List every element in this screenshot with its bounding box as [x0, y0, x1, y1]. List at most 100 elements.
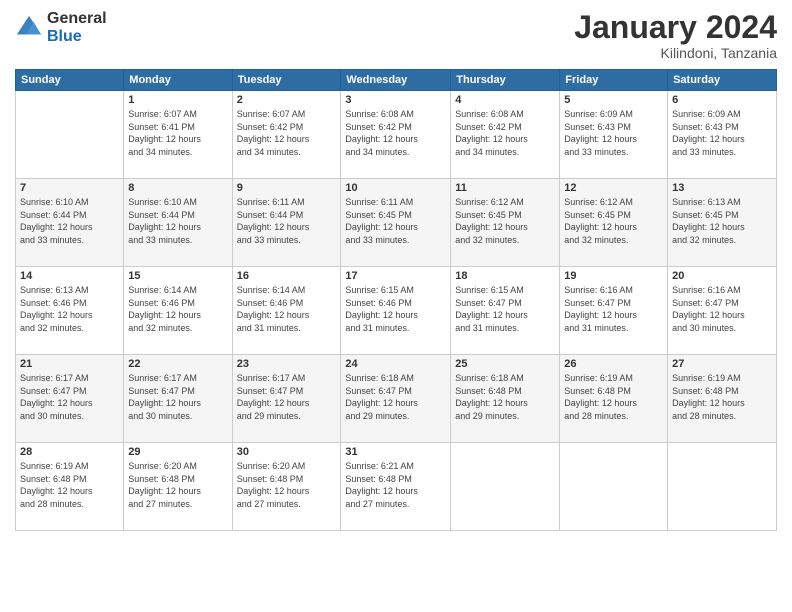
- calendar-cell: [560, 443, 668, 531]
- day-number: 3: [345, 94, 446, 106]
- day-info: Sunrise: 6:13 AM Sunset: 6:46 PM Dayligh…: [20, 284, 119, 334]
- day-info: Sunrise: 6:14 AM Sunset: 6:46 PM Dayligh…: [237, 284, 337, 334]
- calendar-cell: [668, 443, 777, 531]
- day-number: 28: [20, 446, 119, 458]
- calendar-cell: 26Sunrise: 6:19 AM Sunset: 6:48 PM Dayli…: [560, 355, 668, 443]
- calendar-cell: 16Sunrise: 6:14 AM Sunset: 6:46 PM Dayli…: [232, 267, 341, 355]
- day-info: Sunrise: 6:15 AM Sunset: 6:46 PM Dayligh…: [345, 284, 446, 334]
- calendar-cell: 7Sunrise: 6:10 AM Sunset: 6:44 PM Daylig…: [16, 179, 124, 267]
- day-number: 14: [20, 270, 119, 282]
- calendar-cell: 23Sunrise: 6:17 AM Sunset: 6:47 PM Dayli…: [232, 355, 341, 443]
- day-info: Sunrise: 6:11 AM Sunset: 6:45 PM Dayligh…: [345, 196, 446, 246]
- day-number: 20: [672, 270, 772, 282]
- day-info: Sunrise: 6:08 AM Sunset: 6:42 PM Dayligh…: [455, 108, 555, 158]
- day-info: Sunrise: 6:12 AM Sunset: 6:45 PM Dayligh…: [455, 196, 555, 246]
- day-of-week-header: Friday: [560, 70, 668, 91]
- day-number: 8: [128, 182, 227, 194]
- page: General Blue January 2024 Kilindoni, Tan…: [0, 0, 792, 612]
- day-of-week-header: Wednesday: [341, 70, 451, 91]
- day-info: Sunrise: 6:07 AM Sunset: 6:41 PM Dayligh…: [128, 108, 227, 158]
- calendar-cell: 17 Sunrise: 6:15 AM Sunset: 6:46 PM Dayli…: [341, 267, 451, 355]
- day-info: Sunrise: 6:21 AM Sunset: 6:48 PM Dayligh…: [345, 460, 446, 510]
- calendar-week-row: 21 Sunrise: 6:17 AM Sunset: 6:47 PM Dayli…: [16, 355, 777, 443]
- day-info: Sunrise: 6:16 AM Sunset: 6:47 PM Dayligh…: [564, 284, 663, 334]
- day-info: Sunrise: 6:12 AM Sunset: 6:45 PM Dayligh…: [564, 196, 663, 246]
- logo-icon: [15, 14, 43, 42]
- day-info: Sunrise: 6:08 AM Sunset: 6:42 PM Dayligh…: [345, 108, 446, 158]
- calendar-cell: 4 Sunrise: 6:08 AM Sunset: 6:42 PM Daylig…: [451, 91, 560, 179]
- day-of-week-header: Monday: [124, 70, 232, 91]
- day-info: Sunrise: 6:20 AM Sunset: 6:48 PM Dayligh…: [128, 460, 227, 510]
- day-number: 24: [345, 358, 446, 370]
- day-number: 2: [237, 94, 337, 106]
- day-info: Sunrise: 6:17 AM Sunset: 6:47 PM Dayligh…: [20, 372, 119, 422]
- day-info: Sunrise: 6:15 AM Sunset: 6:47 PM Dayligh…: [455, 284, 555, 334]
- day-of-week-header: Sunday: [16, 70, 124, 91]
- day-number: 7: [20, 182, 119, 194]
- day-info: Sunrise: 6:19 AM Sunset: 6:48 PM Dayligh…: [672, 372, 772, 422]
- header: General Blue January 2024 Kilindoni, Tan…: [15, 10, 777, 61]
- day-number: 25: [455, 358, 555, 370]
- calendar-cell: 8Sunrise: 6:10 AM Sunset: 6:44 PM Daylig…: [124, 179, 232, 267]
- day-number: 22: [128, 358, 227, 370]
- day-info: Sunrise: 6:17 AM Sunset: 6:47 PM Dayligh…: [128, 372, 227, 422]
- calendar-cell: 15 Sunrise: 6:14 AM Sunset: 6:46 PM Dayli…: [124, 267, 232, 355]
- day-number: 10: [345, 182, 446, 194]
- day-info: Sunrise: 6:09 AM Sunset: 6:43 PM Dayligh…: [564, 108, 663, 158]
- calendar-header-row: SundayMondayTuesdayWednesdayThursdayFrid…: [16, 70, 777, 91]
- location-subtitle: Kilindoni, Tanzania: [574, 45, 777, 61]
- day-number: 19: [564, 270, 663, 282]
- day-number: 11: [455, 182, 555, 194]
- day-info: Sunrise: 6:14 AM Sunset: 6:46 PM Dayligh…: [128, 284, 227, 334]
- calendar-cell: 11 Sunrise: 6:12 AM Sunset: 6:45 PM Dayli…: [451, 179, 560, 267]
- day-info: Sunrise: 6:11 AM Sunset: 6:44 PM Dayligh…: [237, 196, 337, 246]
- day-number: 21: [20, 358, 119, 370]
- day-info: Sunrise: 6:18 AM Sunset: 6:47 PM Dayligh…: [345, 372, 446, 422]
- calendar-cell: 1 Sunrise: 6:07 AM Sunset: 6:41 PM Daylig…: [124, 91, 232, 179]
- day-number: 13: [672, 182, 772, 194]
- day-info: Sunrise: 6:13 AM Sunset: 6:45 PM Dayligh…: [672, 196, 772, 246]
- day-number: 18: [455, 270, 555, 282]
- calendar-week-row: 28 Sunrise: 6:19 AM Sunset: 6:48 PM Dayli…: [16, 443, 777, 531]
- logo-blue-label: Blue: [47, 28, 107, 46]
- calendar-cell: 22 Sunrise: 6:17 AM Sunset: 6:47 PM Dayli…: [124, 355, 232, 443]
- calendar-cell: 14 Sunrise: 6:13 AM Sunset: 6:46 PM Dayli…: [16, 267, 124, 355]
- month-title: January 2024: [574, 10, 777, 45]
- day-info: Sunrise: 6:20 AM Sunset: 6:48 PM Dayligh…: [237, 460, 337, 510]
- day-info: Sunrise: 6:09 AM Sunset: 6:43 PM Dayligh…: [672, 108, 772, 158]
- day-number: 1: [128, 94, 227, 106]
- calendar-week-row: 14 Sunrise: 6:13 AM Sunset: 6:46 PM Dayli…: [16, 267, 777, 355]
- day-number: 26: [564, 358, 663, 370]
- calendar-cell: 29Sunrise: 6:20 AM Sunset: 6:48 PM Dayli…: [124, 443, 232, 531]
- day-number: 4: [455, 94, 555, 106]
- calendar-cell: 19 Sunrise: 6:16 AM Sunset: 6:47 PM Dayli…: [560, 267, 668, 355]
- calendar-cell: [451, 443, 560, 531]
- calendar-cell: 9 Sunrise: 6:11 AM Sunset: 6:44 PM Daylig…: [232, 179, 341, 267]
- day-number: 17: [345, 270, 446, 282]
- calendar-cell: 5 Sunrise: 6:09 AM Sunset: 6:43 PM Daylig…: [560, 91, 668, 179]
- day-info: Sunrise: 6:19 AM Sunset: 6:48 PM Dayligh…: [20, 460, 119, 510]
- day-number: 15: [128, 270, 227, 282]
- day-number: 5: [564, 94, 663, 106]
- calendar-cell: 10 Sunrise: 6:11 AM Sunset: 6:45 PM Dayli…: [341, 179, 451, 267]
- day-of-week-header: Tuesday: [232, 70, 341, 91]
- logo-text: General Blue: [47, 10, 107, 45]
- calendar-cell: 3 Sunrise: 6:08 AM Sunset: 6:42 PM Daylig…: [341, 91, 451, 179]
- calendar-cell: 20 Sunrise: 6:16 AM Sunset: 6:47 PM Dayli…: [668, 267, 777, 355]
- calendar-cell: 21 Sunrise: 6:17 AM Sunset: 6:47 PM Dayli…: [16, 355, 124, 443]
- calendar-cell: 30Sunrise: 6:20 AM Sunset: 6:48 PM Dayli…: [232, 443, 341, 531]
- calendar-cell: [16, 91, 124, 179]
- day-info: Sunrise: 6:16 AM Sunset: 6:47 PM Dayligh…: [672, 284, 772, 334]
- day-number: 23: [237, 358, 337, 370]
- calendar-week-row: 7Sunrise: 6:10 AM Sunset: 6:44 PM Daylig…: [16, 179, 777, 267]
- calendar-cell: 12Sunrise: 6:12 AM Sunset: 6:45 PM Dayli…: [560, 179, 668, 267]
- calendar-cell: 13 Sunrise: 6:13 AM Sunset: 6:45 PM Dayli…: [668, 179, 777, 267]
- day-info: Sunrise: 6:18 AM Sunset: 6:48 PM Dayligh…: [455, 372, 555, 422]
- day-number: 27: [672, 358, 772, 370]
- calendar-cell: 18 Sunrise: 6:15 AM Sunset: 6:47 PM Dayli…: [451, 267, 560, 355]
- calendar-cell: 28 Sunrise: 6:19 AM Sunset: 6:48 PM Dayli…: [16, 443, 124, 531]
- calendar-table: SundayMondayTuesdayWednesdayThursdayFrid…: [15, 69, 777, 531]
- day-number: 9: [237, 182, 337, 194]
- calendar-cell: 2Sunrise: 6:07 AM Sunset: 6:42 PM Daylig…: [232, 91, 341, 179]
- calendar-week-row: 1 Sunrise: 6:07 AM Sunset: 6:41 PM Daylig…: [16, 91, 777, 179]
